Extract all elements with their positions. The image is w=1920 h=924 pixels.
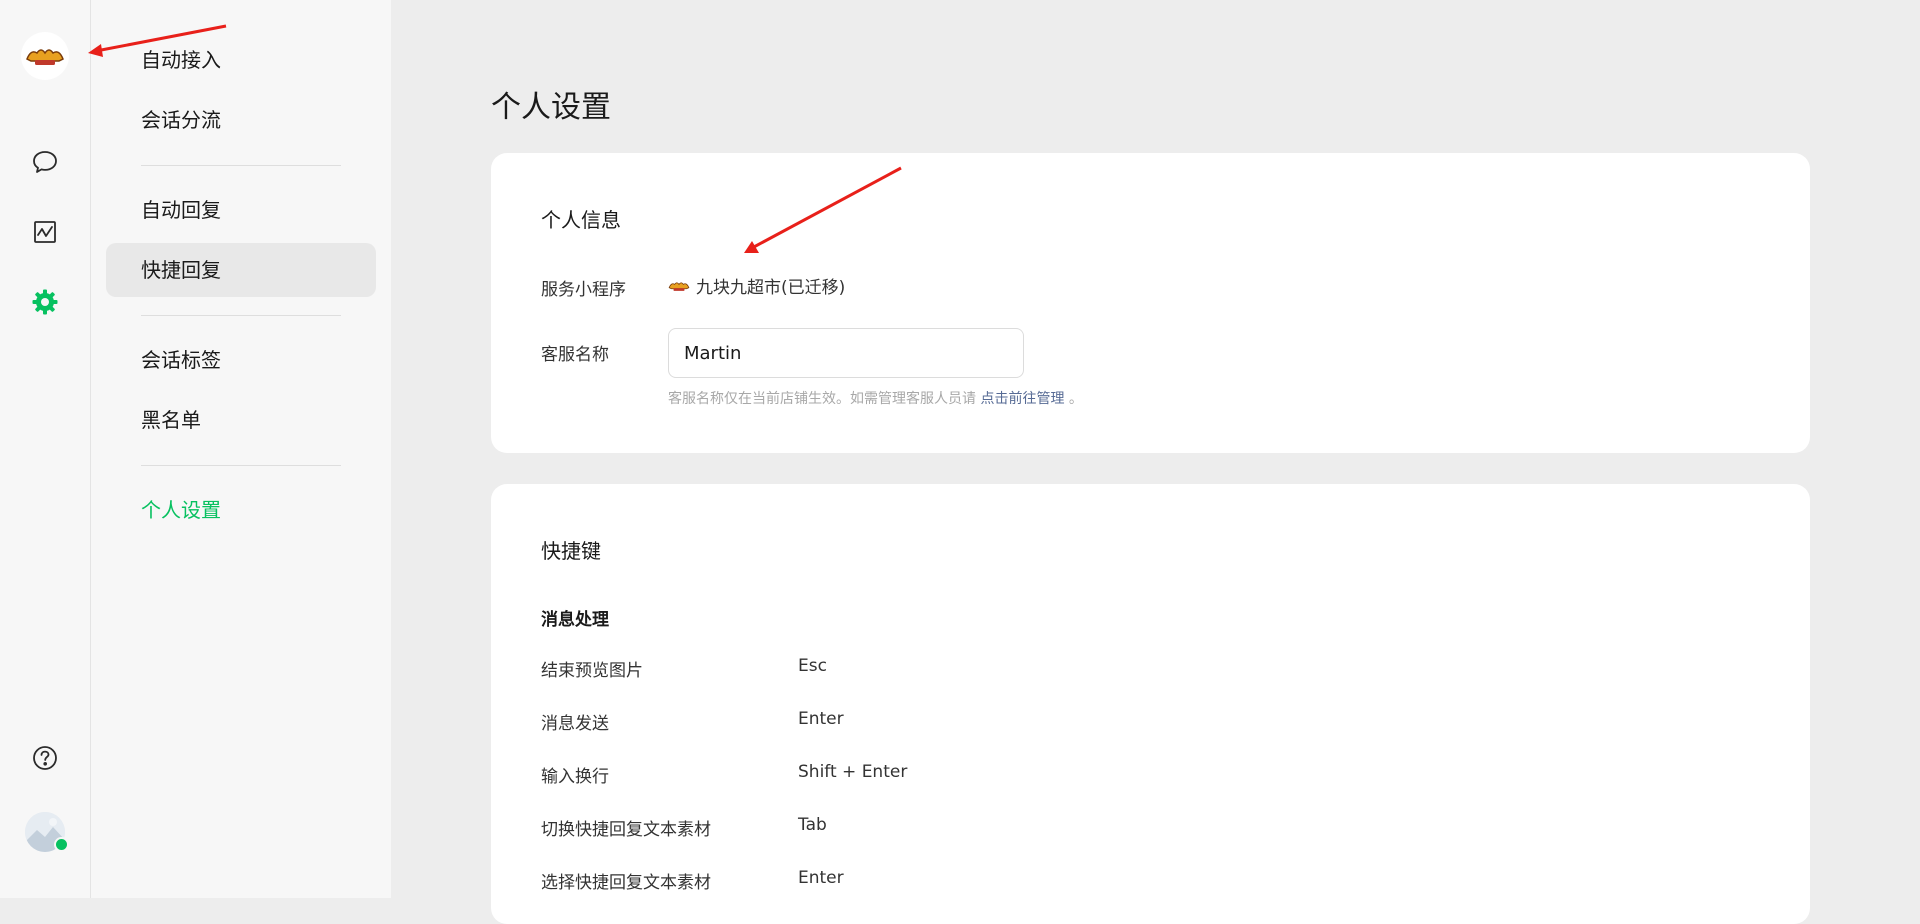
service-value: 九块九超市(已迁移) (668, 273, 845, 298)
shortcuts-section-title: 快捷键 (541, 539, 601, 563)
shortcut-action: 选择快捷回复文本素材 (541, 873, 711, 893)
icon-rail (0, 0, 91, 898)
chart-icon[interactable] (30, 217, 60, 247)
name-hint-text: 客服名称仅在当前店铺生效。如需管理客服人员请 (668, 391, 976, 407)
menu-divider (141, 165, 341, 166)
agent-name-input[interactable] (668, 328, 1024, 378)
chat-bubble-icon[interactable] (30, 147, 60, 177)
menu-divider (141, 315, 341, 316)
settings-menu: 自动接入 会话分流 自动回复 快捷回复 会话标签 黑名单 个人设置 (91, 0, 391, 898)
shortcut-group-title: 消息处理 (541, 610, 609, 630)
shortcut-key: Enter (798, 868, 844, 888)
shortcut-action: 输入换行 (541, 767, 609, 787)
menu-divider (141, 465, 341, 466)
menu-item-auto-reply[interactable]: 自动回复 (106, 183, 376, 237)
shortcut-action: 结束预览图片 (541, 661, 643, 681)
shortcut-action: 切换快捷回复文本素材 (541, 820, 711, 840)
shortcut-key: Esc (798, 656, 827, 676)
name-hint: 客服名称仅在当前店铺生效。如需管理客服人员请 点击前往管理 。 (668, 388, 1083, 408)
menu-item-auto-access[interactable]: 自动接入 (106, 33, 376, 87)
menu-item-session-tags[interactable]: 会话标签 (106, 333, 376, 387)
shortcut-key: Enter (798, 709, 844, 729)
profile-card: 个人信息 服务小程序 九块九超市(已迁移) 客服名称 客服名称仅在当前店铺生效。… (491, 153, 1810, 453)
shortcut-key: Shift + Enter (798, 762, 908, 782)
menu-item-personal-settings[interactable]: 个人设置 (106, 483, 376, 537)
menu-item-blacklist[interactable]: 黑名单 (106, 393, 376, 447)
page-title: 个人设置 (491, 90, 611, 125)
store-logo-small-icon (668, 281, 690, 291)
name-label: 客服名称 (541, 345, 609, 365)
manage-agents-link[interactable]: 点击前往管理 (980, 391, 1064, 407)
service-name: 九块九超市(已迁移) (696, 278, 846, 298)
menu-item-quick-reply[interactable]: 快捷回复 (106, 243, 376, 297)
store-logo-icon[interactable] (21, 32, 69, 80)
shortcut-key: Tab (798, 815, 827, 835)
settings-gear-icon[interactable] (30, 287, 60, 317)
service-label: 服务小程序 (541, 280, 626, 300)
shortcuts-card: 快捷键 消息处理 结束预览图片 Esc 消息发送 Enter 输入换行 Shif… (491, 484, 1810, 924)
online-status-dot (54, 837, 69, 852)
menu-item-session-routing[interactable]: 会话分流 (106, 93, 376, 147)
profile-section-title: 个人信息 (541, 208, 621, 232)
shortcut-action: 消息发送 (541, 714, 609, 734)
name-hint-suffix: 。 (1068, 391, 1083, 407)
help-icon[interactable] (30, 743, 60, 773)
